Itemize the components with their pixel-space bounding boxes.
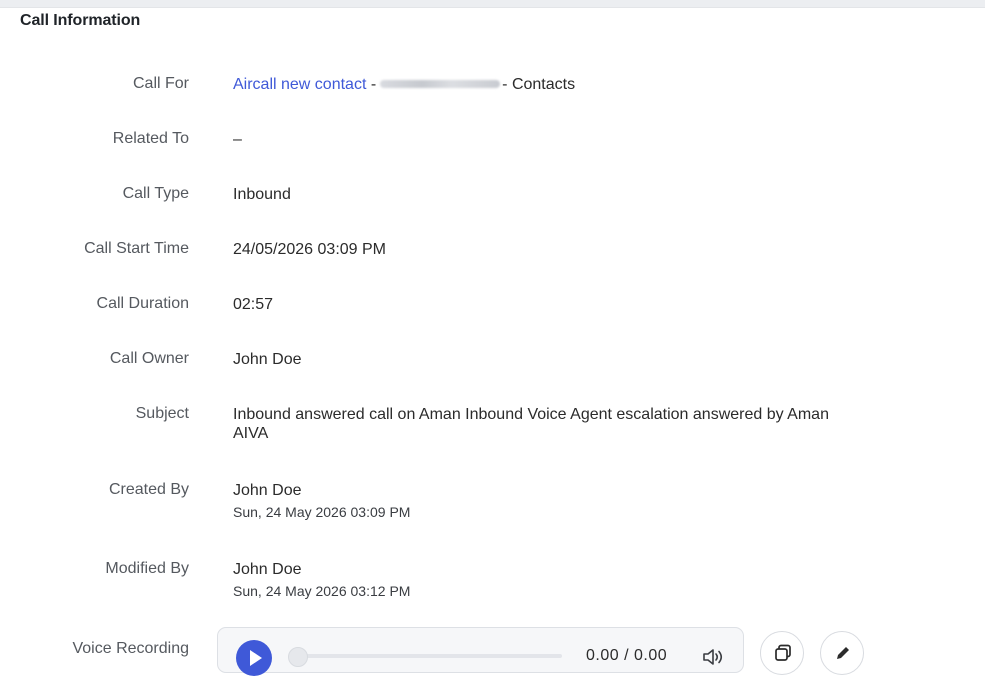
field-label: Call Type	[122, 185, 189, 202]
volume-icon[interactable]	[701, 647, 725, 667]
copy-icon	[775, 644, 791, 661]
created-by-name: John Doe	[233, 482, 302, 499]
edit-button[interactable]	[820, 631, 864, 675]
field-value: Aircall new contact - - Contacts	[233, 75, 853, 94]
field-label: Call Start Time	[84, 240, 189, 257]
field-label: Subject	[135, 405, 189, 422]
modified-by-timestamp: Sun, 24 May 2026 03:12 PM	[233, 583, 411, 599]
module-name: - Contacts	[502, 76, 576, 93]
section-title: Call Information	[20, 12, 141, 29]
pencil-icon	[837, 647, 849, 659]
contact-link[interactable]: Aircall new contact	[233, 76, 366, 93]
playback-time: 0.00 / 0.00	[586, 647, 668, 664]
field-value: 02:57	[233, 296, 274, 313]
field-label: Call For	[132, 75, 189, 92]
separator: -	[370, 76, 377, 93]
audio-player: 0.00 / 0.00	[217, 627, 744, 676]
copy-button[interactable]	[760, 631, 804, 675]
field-label: Call Duration	[96, 295, 189, 312]
field-value: –	[233, 131, 242, 148]
field-label: Created By	[108, 481, 189, 498]
field-value: John Doe	[233, 351, 302, 368]
field-label: Voice Recording	[72, 640, 189, 657]
field-value: John Doe Sun, 24 May 2026 03:09 PM	[233, 481, 853, 522]
modified-by-name: John Doe	[233, 561, 302, 578]
created-by-timestamp: Sun, 24 May 2026 03:09 PM	[233, 504, 411, 520]
field-value: Inbound	[233, 186, 291, 203]
top-divider	[0, 0, 985, 8]
field-label: Call Owner	[109, 350, 189, 367]
field-value: 24/05/2026 03:09 PM	[233, 241, 387, 258]
field-label: Modified By	[105, 560, 189, 577]
field-label: Related To	[112, 130, 189, 147]
progress-thumb[interactable]	[288, 647, 308, 667]
redacted-phone	[380, 79, 501, 88]
field-value: Inbound answered call on Aman Inbound Vo…	[233, 406, 829, 442]
field-value: John Doe Sun, 24 May 2026 03:12 PM	[233, 560, 853, 601]
progress-track[interactable]	[290, 654, 562, 658]
play-icon[interactable]	[236, 640, 272, 676]
